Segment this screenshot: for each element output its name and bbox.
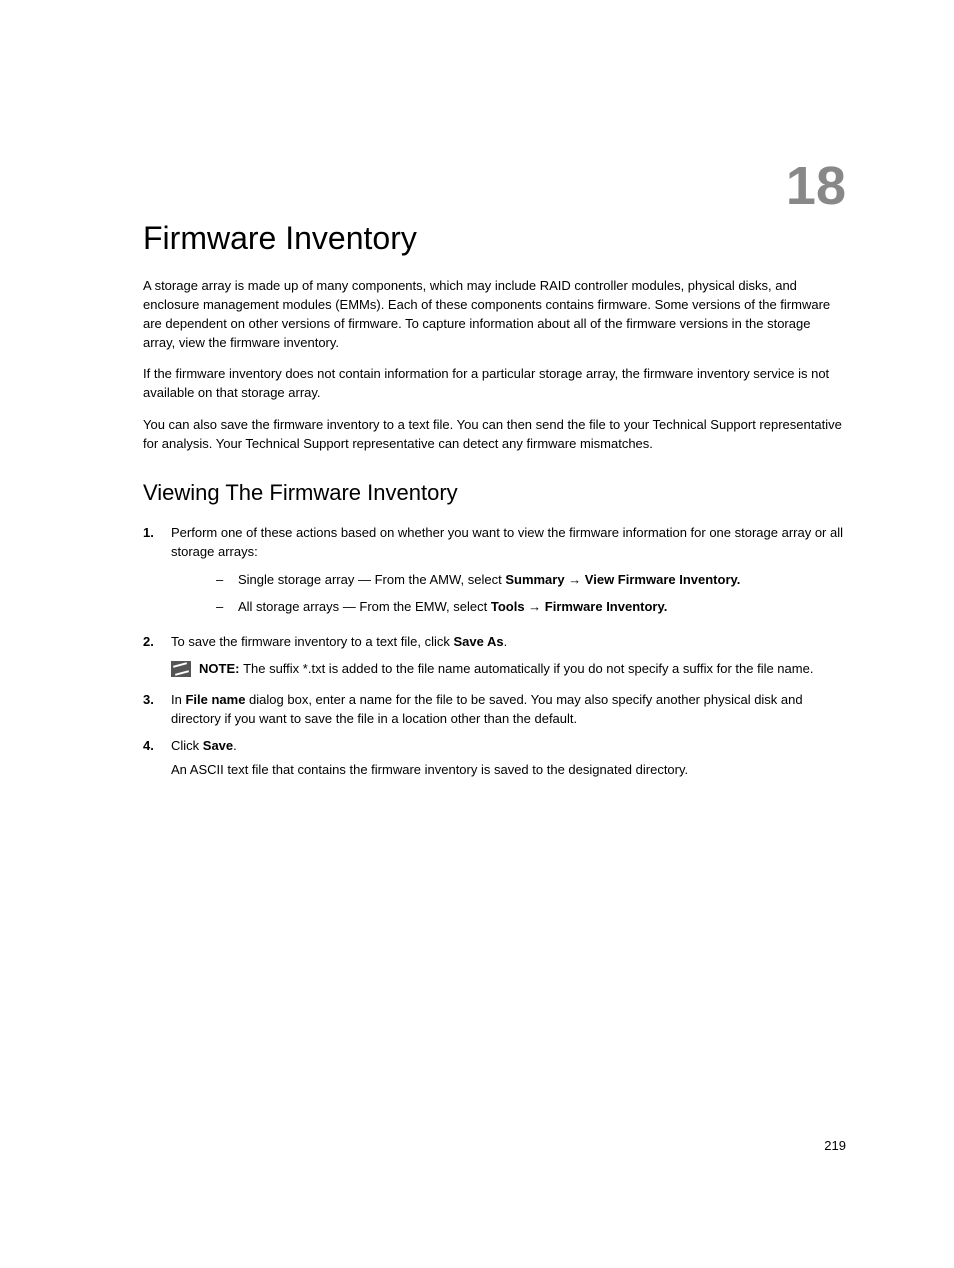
sub-steps-list: – Single storage array — From the AMW, s… [171, 571, 846, 617]
step-prefix: To save the firmware inventory to a text… [171, 634, 454, 649]
bullet-dash: – [216, 571, 238, 590]
ui-element: Save As [454, 634, 504, 649]
sub-step: – Single storage array — From the AMW, s… [216, 571, 846, 590]
step-content: Perform one of these actions based on wh… [171, 524, 846, 625]
step-number: 1. [143, 524, 171, 625]
intro-paragraph-3: You can also save the firmware inventory… [143, 416, 846, 454]
sub-step-prefix: Single storage array — From the AMW, sel… [238, 572, 505, 587]
bullet-dash: – [216, 598, 238, 617]
step-prefix: In [171, 692, 185, 707]
step-suffix: . [233, 738, 237, 753]
sub-step-prefix: All storage arrays — From the EMW, selec… [238, 599, 491, 614]
note-text: NOTE: The suffix *.txt is added to the f… [199, 660, 813, 679]
intro-paragraph-1: A storage array is made up of many compo… [143, 277, 846, 352]
note-label: NOTE: [199, 661, 243, 676]
step-4: 4. Click Save. An ASCII text file that c… [143, 737, 846, 781]
step-content: To save the firmware inventory to a text… [171, 633, 846, 683]
step-text: In File name dialog box, enter a name fo… [171, 692, 803, 726]
step-content: Click Save. An ASCII text file that cont… [171, 737, 846, 781]
ui-element: Save [203, 738, 233, 753]
ui-element: File name [185, 692, 245, 707]
step-prefix: Click [171, 738, 203, 753]
step-result: An ASCII text file that contains the fir… [171, 761, 846, 780]
note-body: The suffix *.txt is added to the file na… [243, 661, 813, 676]
menu-path: Summary → View Firmware Inventory. [505, 572, 740, 587]
step-3: 3. In File name dialog box, enter a name… [143, 691, 846, 729]
step-text: Click Save. [171, 738, 237, 753]
step-text: Perform one of these actions based on wh… [171, 525, 843, 559]
step-2: 2. To save the firmware inventory to a t… [143, 633, 846, 683]
step-1: 1. Perform one of these actions based on… [143, 524, 846, 625]
note-block: NOTE: The suffix *.txt is added to the f… [171, 660, 846, 679]
sub-step: – All storage arrays — From the EMW, sel… [216, 598, 846, 617]
page-number: 219 [824, 1138, 846, 1153]
sub-step-text: All storage arrays — From the EMW, selec… [238, 598, 846, 617]
chapter-number: 18 [786, 155, 846, 217]
step-number: 2. [143, 633, 171, 683]
step-content: In File name dialog box, enter a name fo… [171, 691, 846, 729]
step-text: To save the firmware inventory to a text… [171, 634, 507, 649]
document-page: 18 Firmware Inventory A storage array is… [0, 0, 954, 780]
note-icon [171, 661, 191, 677]
steps-list: 1. Perform one of these actions based on… [143, 524, 846, 780]
step-number: 4. [143, 737, 171, 781]
chapter-title: Firmware Inventory [143, 220, 846, 257]
section-title: Viewing The Firmware Inventory [143, 480, 846, 506]
intro-paragraph-2: If the firmware inventory does not conta… [143, 365, 846, 403]
step-suffix: . [504, 634, 508, 649]
menu-path: Tools → Firmware Inventory. [491, 599, 668, 614]
step-suffix: dialog box, enter a name for the file to… [171, 692, 803, 726]
sub-step-text: Single storage array — From the AMW, sel… [238, 571, 846, 590]
step-number: 3. [143, 691, 171, 729]
